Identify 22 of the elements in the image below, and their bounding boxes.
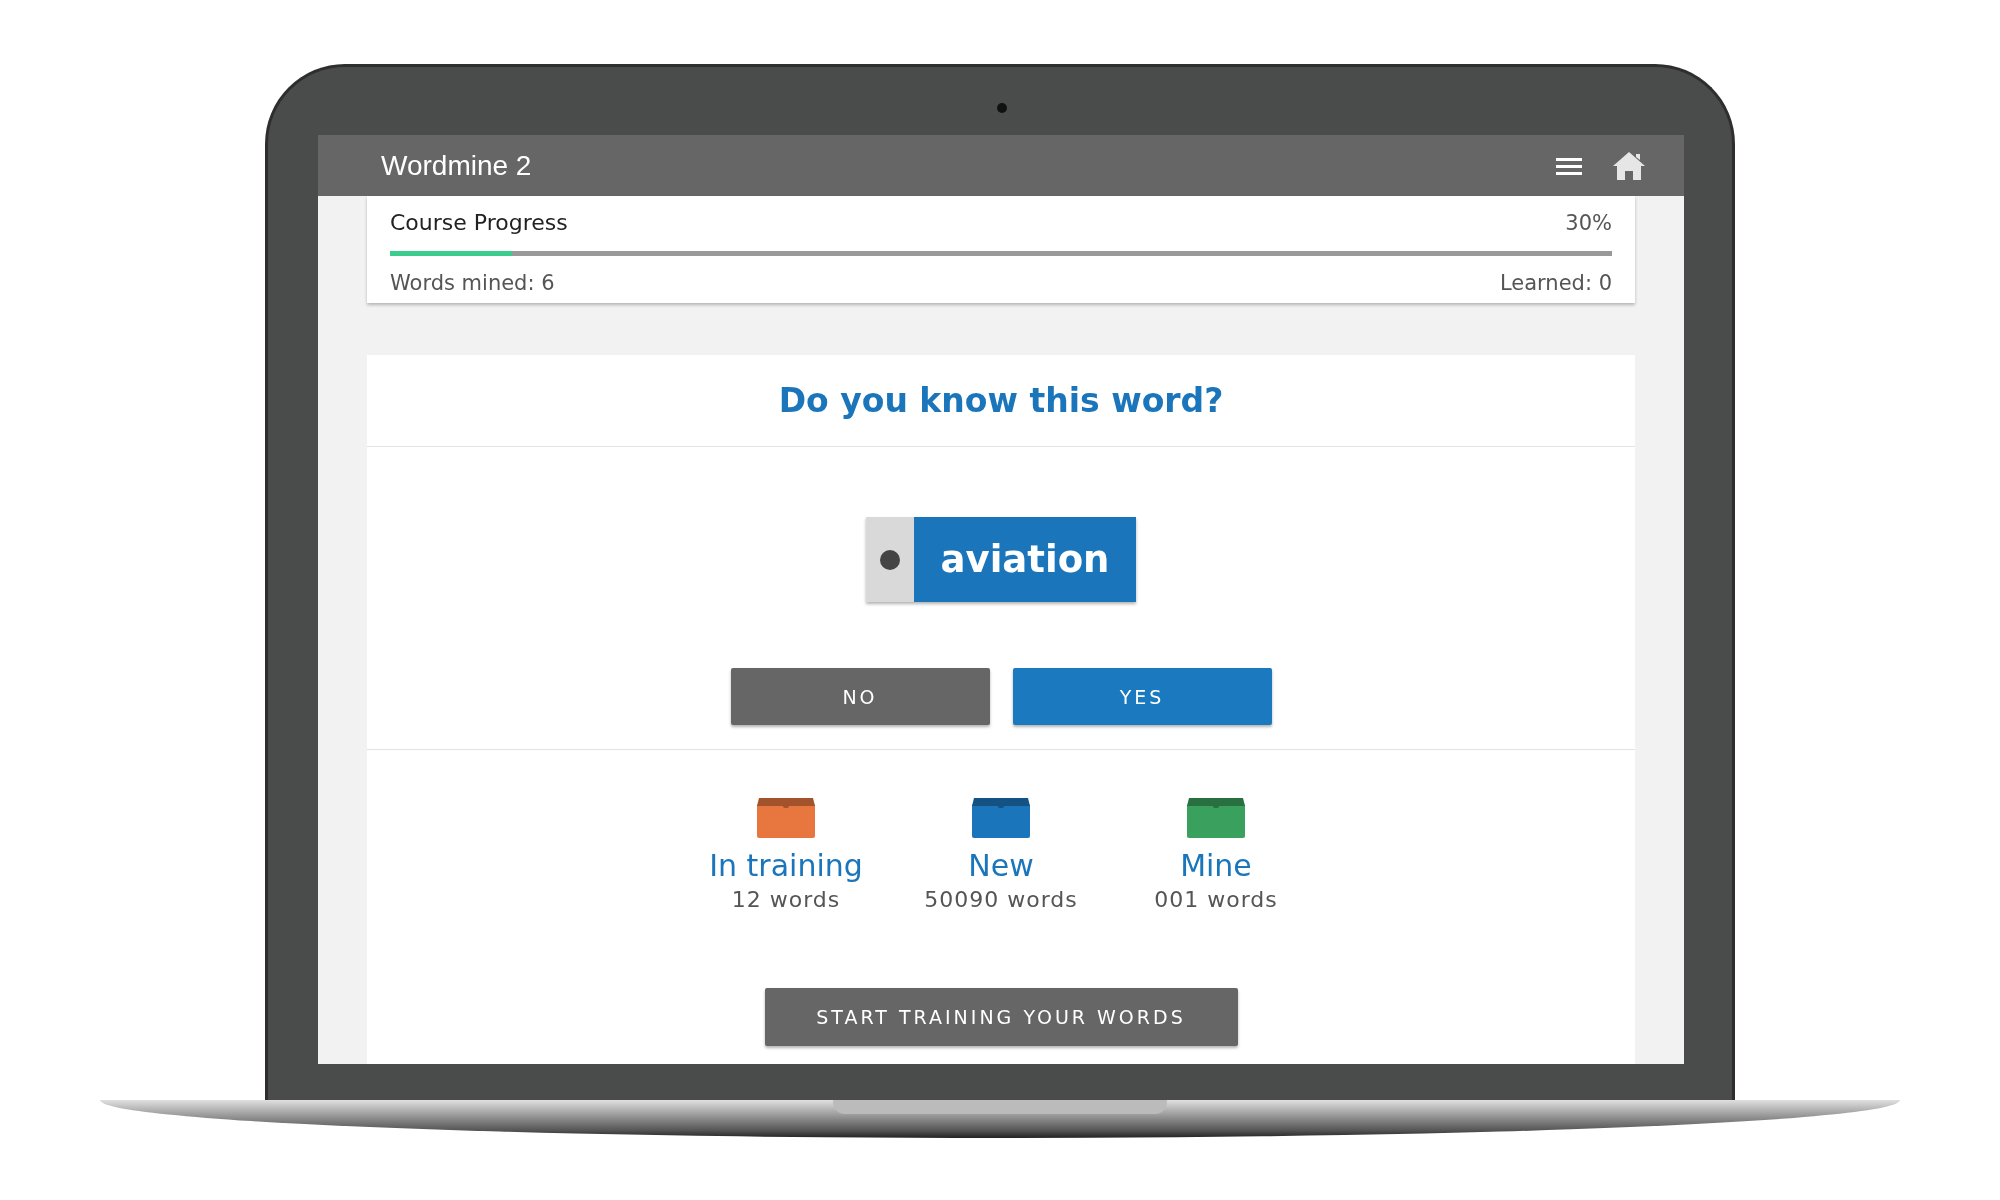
learned-count: Learned: 0	[1499, 271, 1612, 295]
tray-icon[interactable]	[972, 798, 1030, 838]
tray-icon[interactable]	[1187, 798, 1245, 838]
home-icon[interactable]	[1612, 150, 1646, 181]
box-label[interactable]: New	[968, 848, 1034, 883]
progress-title: Course Progress	[390, 210, 568, 235]
no-button[interactable]: NO	[730, 668, 990, 725]
box-label[interactable]: Mine	[1180, 848, 1252, 883]
yes-button[interactable]: YES	[1012, 668, 1272, 725]
app-title: Wordmine 2	[381, 149, 532, 182]
word-count: 12 words	[731, 887, 841, 912]
webcam-dot	[997, 103, 1007, 113]
box-label[interactable]: In training	[709, 848, 863, 883]
tray-icon[interactable]	[757, 798, 815, 838]
question-prompt: Do you know this word?	[778, 381, 1224, 420]
menu-icon[interactable]	[1556, 155, 1582, 176]
start-training-button[interactable]: START TRAINING YOUR WORDS	[764, 988, 1238, 1046]
word-count: 001 words	[1154, 887, 1278, 912]
word-label: aviation	[913, 517, 1137, 602]
progress-percent: 30%	[1565, 210, 1612, 235]
word-count: 50090 words	[924, 887, 1078, 912]
words-mined: Words mined: 6	[390, 271, 555, 295]
